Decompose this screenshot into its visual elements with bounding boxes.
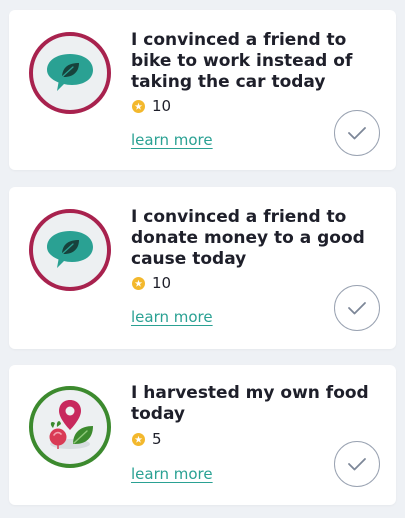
star-coin-icon [132, 99, 145, 113]
map-pin-radish-leaf-icon [29, 386, 111, 468]
star-coin-icon [132, 432, 145, 446]
complete-action-button[interactable] [334, 285, 380, 331]
checkmark-icon [348, 458, 366, 471]
action-card: I convinced a friend to bike to work ins… [9, 10, 396, 170]
checkmark-icon [348, 127, 366, 140]
complete-action-button[interactable] [334, 441, 380, 487]
points-row: 5 [132, 430, 162, 448]
speech-bubble-leaf-icon [29, 32, 111, 114]
complete-action-button[interactable] [334, 110, 380, 156]
points-row: 10 [132, 97, 171, 115]
points-value: 5 [152, 430, 162, 448]
action-title: I harvested my own food today [131, 383, 369, 424]
points-row: 10 [132, 274, 171, 292]
speech-bubble-leaf-icon [29, 209, 111, 291]
action-title: I convinced a friend to donate money to … [131, 207, 365, 269]
points-value: 10 [152, 97, 172, 115]
learn-more-link[interactable]: learn more [131, 308, 213, 326]
learn-more-link[interactable]: learn more [131, 131, 213, 149]
action-card: I harvested my own food today 5 learn mo… [9, 365, 396, 505]
points-value: 10 [152, 274, 172, 292]
star-coin-icon [132, 276, 145, 290]
learn-more-link[interactable]: learn more [131, 465, 213, 483]
checkmark-icon [348, 302, 366, 315]
action-card: I convinced a friend to donate money to … [9, 187, 396, 349]
action-title: I convinced a friend to bike to work ins… [131, 30, 353, 92]
